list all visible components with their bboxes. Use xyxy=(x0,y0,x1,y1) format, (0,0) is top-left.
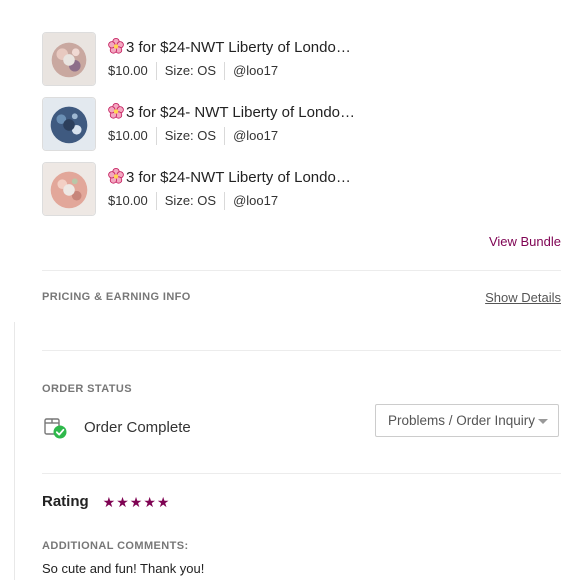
bundle-item[interactable]: 3 for $24-NWT Liberty of London… $10.00 … xyxy=(42,161,542,217)
item-thumbnail[interactable] xyxy=(42,97,96,151)
item-title-text: 3 for $24-NWT Liberty of London… xyxy=(126,169,358,186)
star-icon: ★ xyxy=(129,493,143,510)
bundle-item[interactable]: 3 for $24- NWT Liberty of Londo… $10.00 … xyxy=(42,96,542,152)
divider xyxy=(224,127,226,145)
bundle-item[interactable]: 3 for $24-NWT Liberty of London… $10.00 … xyxy=(42,31,542,87)
item-price: $10.00 xyxy=(108,63,148,78)
order-inquiry-dropdown[interactable]: Problems / Order Inquiry xyxy=(375,404,559,437)
divider xyxy=(155,127,157,145)
item-size: Size: OS xyxy=(164,193,217,208)
divider xyxy=(42,350,561,351)
star-icon: ★ xyxy=(156,493,170,510)
item-title[interactable]: 3 for $24- NWT Liberty of Londo… xyxy=(108,103,355,123)
flower-emoji-icon xyxy=(108,103,124,119)
rating-row: Rating ★ ★ ★ ★ ★ xyxy=(42,493,169,510)
divider xyxy=(155,192,157,210)
item-title-text: 3 for $24- NWT Liberty of Londo… xyxy=(126,104,355,121)
pricing-section-label: PRICING & EARNING INFO xyxy=(42,291,191,303)
divider xyxy=(42,473,561,474)
order-status-text: Order Complete xyxy=(84,418,191,436)
rating-stars: ★ ★ ★ ★ ★ xyxy=(103,495,170,509)
item-thumbnail[interactable] xyxy=(42,32,96,86)
flower-emoji-icon xyxy=(108,38,124,54)
rating-label: Rating xyxy=(42,493,89,510)
chevron-down-icon xyxy=(538,419,548,424)
item-title-text: 3 for $24-NWT Liberty of London… xyxy=(126,39,358,56)
panel-edge xyxy=(14,322,15,580)
order-details-page: 3 for $24-NWT Liberty of London… $10.00 … xyxy=(0,0,580,580)
star-icon: ★ xyxy=(143,493,156,510)
item-price: $10.00 xyxy=(108,193,148,208)
additional-comments-label: ADDITIONAL COMMENTS: xyxy=(42,540,189,552)
order-inquiry-label: Problems / Order Inquiry xyxy=(388,413,536,428)
flower-emoji-icon xyxy=(108,168,124,184)
scrunchie-image xyxy=(43,33,95,85)
item-title[interactable]: 3 for $24-NWT Liberty of London… xyxy=(108,168,358,188)
scrunchie-image xyxy=(43,163,95,215)
star-icon: ★ xyxy=(116,493,129,510)
divider xyxy=(224,192,226,210)
star-icon: ★ xyxy=(102,493,116,510)
divider xyxy=(42,270,561,271)
order-status-row: Order Complete xyxy=(42,414,191,440)
item-seller[interactable]: @loo17 xyxy=(233,62,278,80)
package-check-icon xyxy=(42,414,68,440)
divider xyxy=(224,62,226,80)
item-seller[interactable]: @loo17 xyxy=(233,192,278,210)
order-status-label: ORDER STATUS xyxy=(42,383,132,395)
item-seller[interactable]: @loo17 xyxy=(233,127,278,145)
divider xyxy=(155,62,157,80)
item-thumbnail[interactable] xyxy=(42,162,96,216)
item-title[interactable]: 3 for $24-NWT Liberty of London… xyxy=(108,38,358,58)
view-bundle-link[interactable]: View Bundle xyxy=(489,234,561,249)
additional-comments-text: So cute and fun! Thank you! xyxy=(42,561,205,576)
item-size: Size: OS xyxy=(164,128,217,143)
show-details-link[interactable]: Show Details xyxy=(485,290,561,305)
item-size: Size: OS xyxy=(164,63,217,78)
scrunchie-image xyxy=(43,98,95,150)
item-price: $10.00 xyxy=(108,128,148,143)
